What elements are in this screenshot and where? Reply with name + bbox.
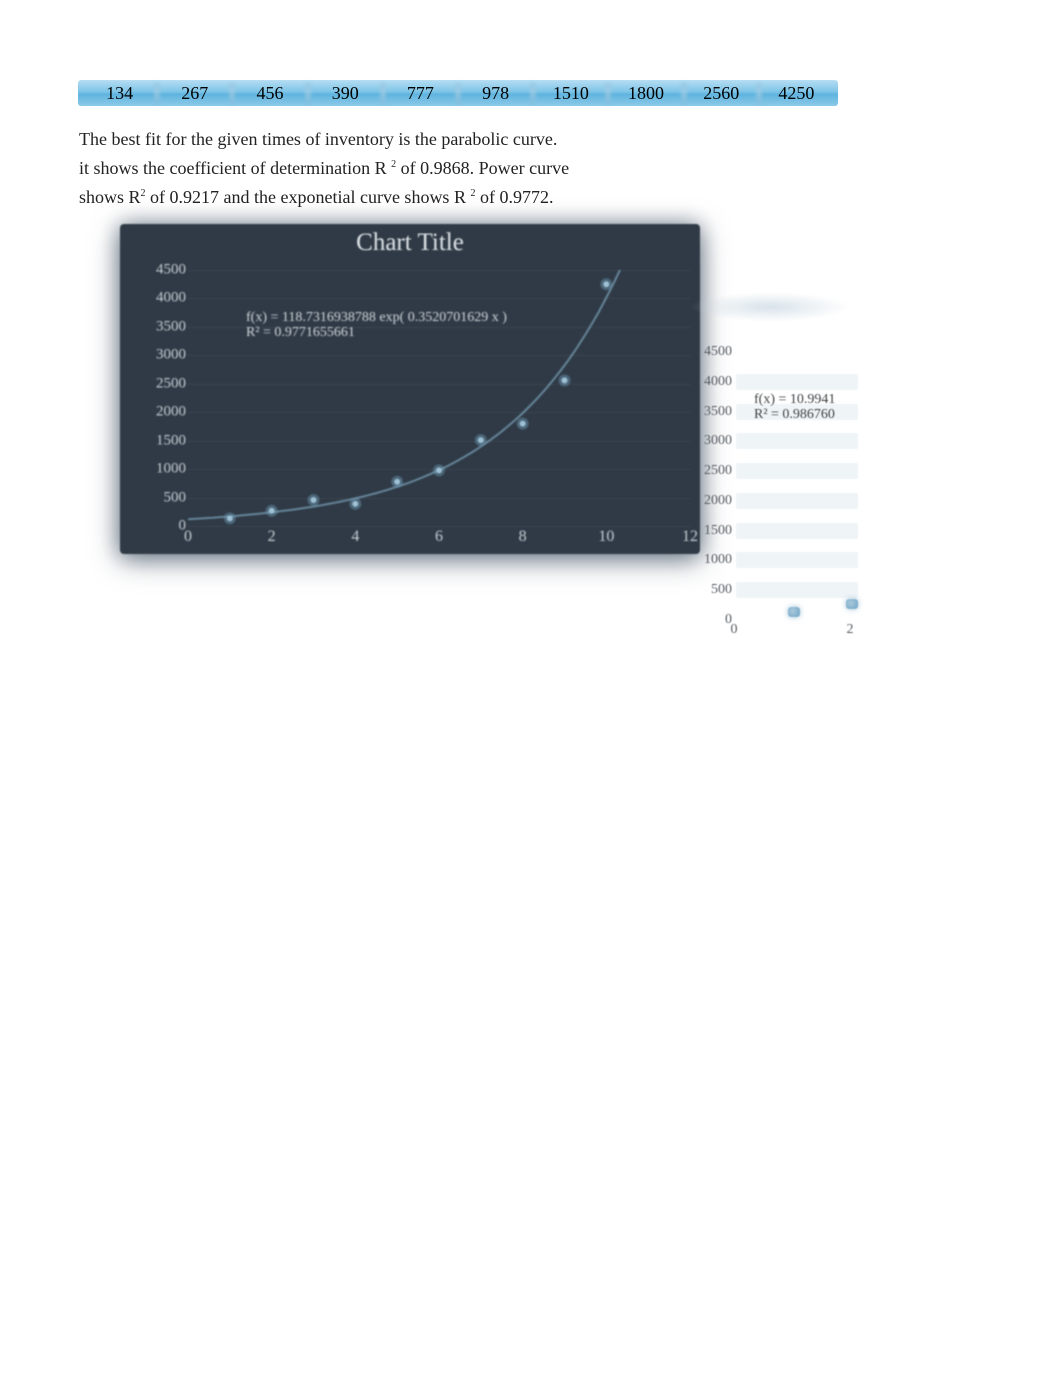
y-tick: 2000 [688, 493, 732, 509]
cell: 134 [84, 83, 155, 104]
data-point [788, 607, 800, 617]
chart-title: Chart Title [120, 224, 700, 262]
y-tick: 3000 [688, 433, 732, 449]
chart-side: 050010001500200025003000350040004500 02 … [690, 292, 840, 652]
y-tick: 3500 [146, 318, 186, 335]
y-tick: 3000 [146, 347, 186, 364]
data-row: 134 267 456 390 777 978 1510 1800 2560 4… [78, 80, 838, 106]
y-tick: 4500 [146, 262, 186, 279]
cell: 267 [159, 83, 230, 104]
y-tick: 4000 [146, 290, 186, 307]
side-y-axis: 050010001500200025003000350040004500 [690, 352, 734, 624]
x-tick: 10 [598, 528, 614, 546]
y-tick: 3500 [688, 404, 732, 420]
x-tick: 2 [847, 622, 854, 638]
chart-svg [188, 270, 690, 526]
data-point [846, 599, 858, 609]
line: The best fit for the given times of inve… [79, 127, 679, 152]
cell: 777 [385, 83, 456, 104]
y-tick: 4000 [688, 374, 732, 390]
chart-main: Chart Title 0 500 1000 1500 2000 2500 3000 3500… [120, 224, 700, 554]
cell: 4250 [761, 83, 832, 104]
x-tick: 4 [351, 528, 359, 546]
trendline [188, 270, 690, 519]
y-tick: 500 [688, 582, 732, 598]
x-tick: 0 [731, 622, 738, 638]
body-text: The best fit for the given times of inve… [79, 127, 679, 210]
y-tick: 2500 [688, 463, 732, 479]
y-axis: 050010001500200025003000350040004500 [148, 270, 188, 526]
cell: 1800 [610, 83, 681, 104]
y-tick: 1000 [146, 461, 186, 478]
x-tick: 2 [268, 528, 276, 546]
y-tick: 1500 [146, 432, 186, 449]
y-tick: 500 [146, 489, 186, 506]
cell: 1510 [535, 83, 606, 104]
cell: 978 [460, 83, 531, 104]
x-tick: 0 [184, 528, 192, 546]
plot-area [188, 270, 690, 526]
cell: 390 [310, 83, 381, 104]
y-tick: 1500 [688, 523, 732, 539]
x-tick: 8 [519, 528, 527, 546]
y-tick: 4500 [688, 344, 732, 360]
x-axis: 024681012 [188, 528, 690, 548]
y-tick: 0 [688, 612, 732, 628]
cell: 2560 [686, 83, 757, 104]
side-x-axis: 02 [734, 622, 850, 640]
y-tick: 2500 [146, 375, 186, 392]
line: shows R2 of 0.9217 and the exponetial cu… [79, 181, 679, 210]
cell: 456 [234, 83, 305, 104]
x-tick: 6 [435, 528, 443, 546]
side-trendline-equation: f(x) = 10.9941 R² = 0.986760 [754, 392, 835, 422]
y-tick: 1000 [688, 552, 732, 568]
line: it shows the coefficient of determinatio… [79, 152, 679, 181]
y-tick: 0 [146, 518, 186, 535]
trendline-equation: f(x) = 118.7316938788 exp( 0.3520701629 … [246, 310, 507, 340]
y-tick: 2000 [146, 404, 186, 421]
chart-plot: 050010001500200025003000350040004500 024… [148, 270, 690, 526]
